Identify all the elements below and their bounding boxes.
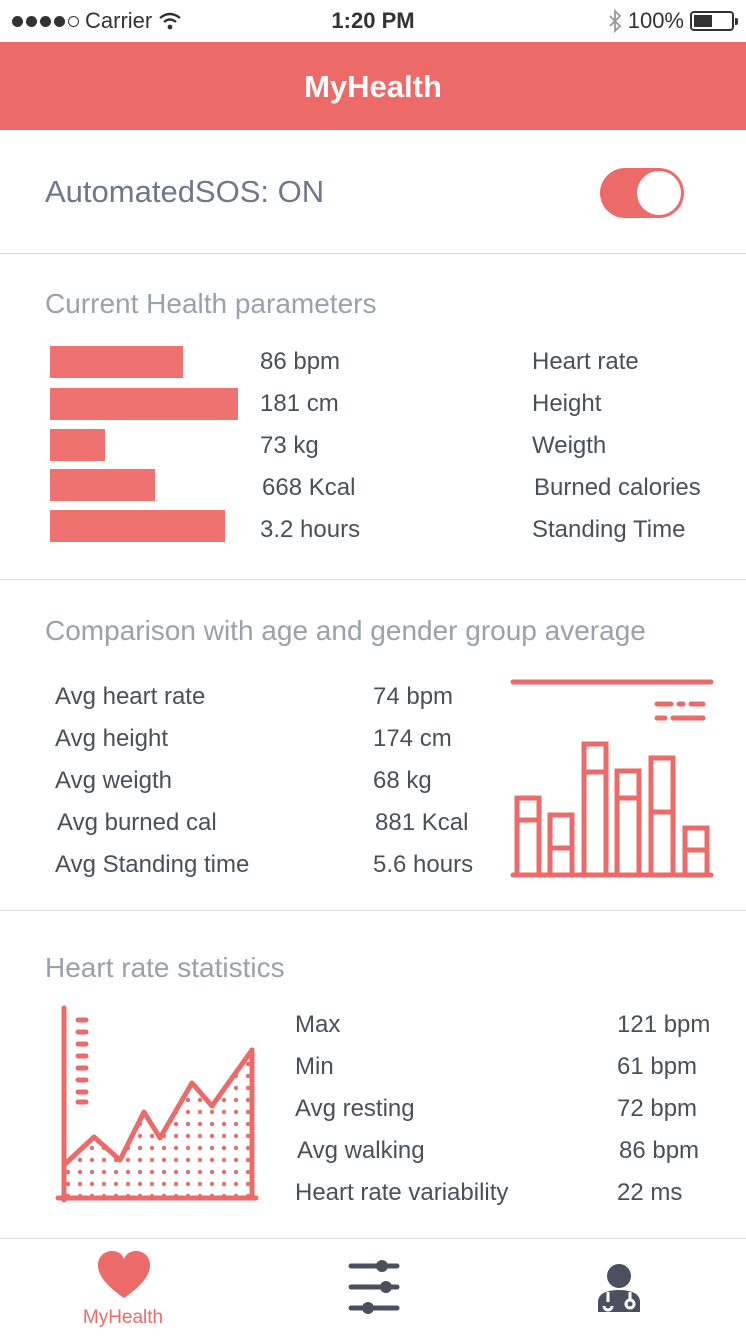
heart-rate-label: Heart rate <box>532 348 639 375</box>
doctor-icon <box>598 1264 640 1312</box>
current-section-title: Current Health parameters <box>45 288 377 319</box>
height-value: 181 cm <box>260 390 339 417</box>
calories-value: 668 Kcal <box>262 474 356 501</box>
calories-bar <box>50 469 155 501</box>
avg-height-label: Avg height <box>55 725 168 752</box>
avg-resting-value: 72 bpm <box>617 1095 698 1122</box>
avg-weight-label: Avg weigth <box>55 767 172 794</box>
hrv-label: Heart rate variability <box>295 1179 509 1206</box>
avg-calories-value: 881 Kcal <box>375 809 469 836</box>
weight-label: Weigth <box>532 432 607 459</box>
nav-bar: MyHealth <box>0 42 746 130</box>
avg-heart-rate-value: 74 bpm <box>373 683 454 710</box>
avg-calories-label: Avg burned cal <box>57 809 217 836</box>
heart-icon <box>98 1251 150 1298</box>
area-chart-icon <box>55 1005 259 1203</box>
standing-label: Standing Time <box>532 516 686 543</box>
weight-value: 73 kg <box>260 432 319 459</box>
avg-resting-label: Avg resting <box>295 1095 415 1122</box>
tab-myhealth-label: MyHealth <box>82 1307 164 1328</box>
avg-walking-label: Avg walking <box>297 1137 425 1164</box>
bluetooth-icon <box>609 9 621 33</box>
calories-label: Burned calories <box>534 474 701 501</box>
divider <box>0 910 746 911</box>
max-label: Max <box>295 1011 341 1038</box>
hrv-value: 22 ms <box>617 1179 683 1206</box>
standing-value: 3.2 hours <box>260 516 361 543</box>
battery-icon <box>690 11 738 31</box>
bar-chart-icon <box>510 679 714 878</box>
weight-bar <box>50 429 105 461</box>
min-value: 61 bpm <box>617 1053 698 1080</box>
heart-rate-bar <box>50 346 183 378</box>
sos-label: AutomatedSOS: ON <box>45 174 325 209</box>
status-right: 100% <box>608 8 738 34</box>
comparison-section-title: Comparison with age and gender group ave… <box>45 615 646 646</box>
heart-rate-value: 86 bpm <box>260 348 341 375</box>
avg-height-value: 174 cm <box>373 725 452 752</box>
max-value: 121 bpm <box>617 1011 711 1038</box>
battery-percent: 100% <box>627 8 684 33</box>
height-label: Height <box>532 390 602 417</box>
sos-toggle[interactable] <box>600 168 684 218</box>
sliders-icon <box>348 1260 400 1314</box>
height-bar <box>50 388 238 420</box>
avg-walking-value: 86 bpm <box>619 1137 700 1164</box>
avg-weight-value: 68 kg <box>373 767 432 794</box>
status-bar: Carrier 1:20 PM 100% <box>0 0 746 42</box>
divider <box>0 253 746 254</box>
avg-heart-rate-label: Avg heart rate <box>55 683 206 710</box>
tab-doctor[interactable] <box>550 1240 696 1340</box>
heart-stats-section-title: Heart rate statistics <box>45 952 285 983</box>
standing-bar <box>50 510 225 542</box>
divider <box>0 579 746 580</box>
page-title: MyHealth <box>304 69 442 104</box>
tab-settings[interactable] <box>300 1240 446 1340</box>
avg-standing-label: Avg Standing time <box>55 851 250 878</box>
min-label: Min <box>295 1053 334 1080</box>
avg-standing-value: 5.6 hours <box>373 851 474 878</box>
toggle-knob <box>637 171 681 215</box>
